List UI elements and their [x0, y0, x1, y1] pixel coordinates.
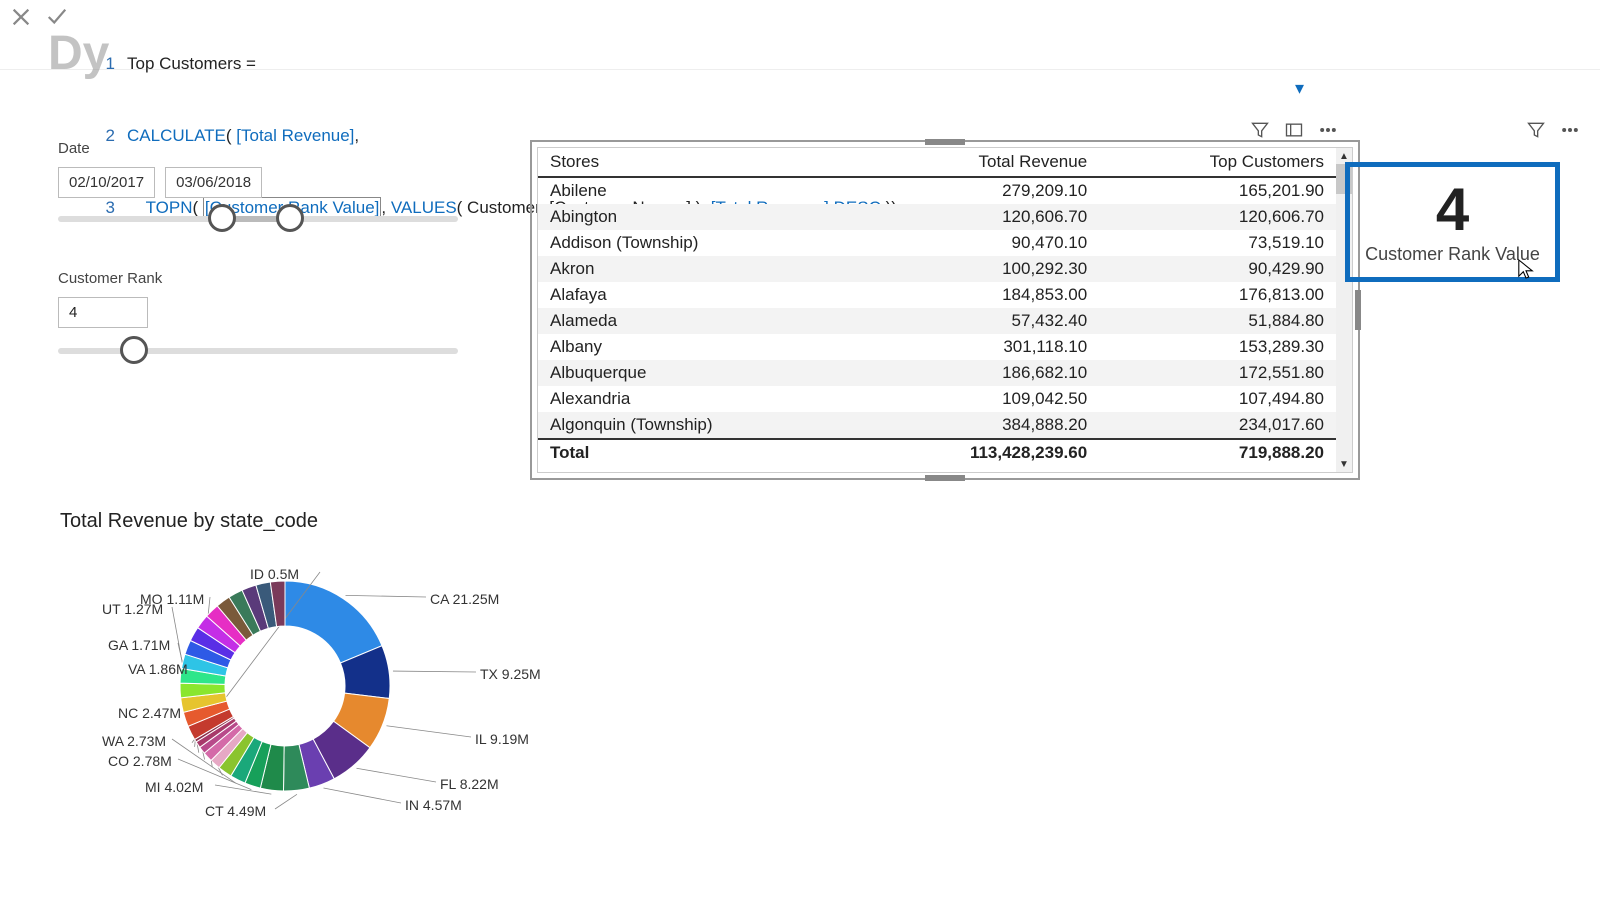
- donut-label-nc: NC 2.47M: [118, 705, 181, 721]
- col-stores[interactable]: Stores: [538, 148, 857, 177]
- scroll-down-icon[interactable]: ▼: [1336, 456, 1352, 472]
- col-top-customers[interactable]: Top Customers: [1099, 148, 1336, 177]
- donut-label-fl: FL 8.22M: [440, 776, 499, 792]
- card-value: 4: [1436, 180, 1469, 240]
- date-slicer-title: Date: [58, 140, 458, 157]
- col-total-revenue[interactable]: Total Revenue: [857, 148, 1099, 177]
- cancel-icon[interactable]: [10, 6, 32, 33]
- rank-slider-handle[interactable]: [120, 336, 148, 364]
- donut-label-va: VA 1.86M: [128, 661, 188, 677]
- table-total-row: Total113,428,239.60719,888.20: [538, 439, 1336, 466]
- formula-editor[interactable]: 1Top Customers = 2CALCULATE( [Total Reve…: [95, 0, 1600, 69]
- donut-label-il: IL 9.19M: [475, 731, 529, 747]
- donut-label-ca: CA 21.25M: [430, 591, 499, 607]
- rank-slider-track[interactable]: [58, 348, 458, 354]
- rank-value-input[interactable]: 4: [58, 297, 148, 328]
- date-slider-track[interactable]: [58, 216, 458, 222]
- donut-label-in: IN 4.57M: [405, 797, 462, 813]
- revenue-by-state-donut[interactable]: Total Revenue by state_code CA 21.25MTX …: [60, 510, 520, 841]
- stores-table: Stores Total Revenue Top Customers Abile…: [538, 148, 1336, 466]
- date-slider-handle-end[interactable]: [276, 204, 304, 232]
- resize-grip-bottom[interactable]: [925, 475, 965, 481]
- date-to-input[interactable]: 03/06/2018: [165, 167, 262, 198]
- date-slider-handle-start[interactable]: [208, 204, 236, 232]
- date-from-input[interactable]: 02/10/2017: [58, 167, 155, 198]
- resize-grip-top[interactable]: [925, 139, 965, 145]
- report-canvas: ▾ Date 02/10/2017 03/06/2018 Customer Ra…: [0, 90, 1600, 900]
- filter-icon[interactable]: [1526, 120, 1546, 145]
- table-row[interactable]: Abilene279,209.10165,201.90: [538, 177, 1336, 204]
- donut-label-mi: MI 4.02M: [145, 779, 203, 795]
- donut-label-id: ID 0.5M: [250, 566, 299, 582]
- donut-label-ga: GA 1.71M: [108, 637, 170, 653]
- donut-svg: [60, 541, 510, 841]
- donut-label-wa: WA 2.73M: [102, 733, 166, 749]
- stores-table-visual[interactable]: Stores Total Revenue Top Customers Abile…: [530, 140, 1360, 480]
- donut-slice[interactable]: [285, 581, 382, 663]
- formula-bar: 1Top Customers = 2CALCULATE( [Total Reve…: [0, 0, 1600, 70]
- card-label: Customer Rank Value: [1365, 244, 1540, 265]
- resize-grip-right[interactable]: [1355, 290, 1361, 330]
- donut-title: Total Revenue by state_code: [60, 510, 520, 533]
- customer-rank-slicer[interactable]: Customer Rank 4: [58, 270, 458, 354]
- more-options-icon[interactable]: [1560, 120, 1580, 145]
- card-visual-header: [1526, 120, 1580, 145]
- table-row[interactable]: Alafaya184,853.00176,813.00: [538, 282, 1336, 308]
- table-row[interactable]: Akron100,292.3090,429.90: [538, 256, 1336, 282]
- table-row[interactable]: Alexandria109,042.50107,494.80: [538, 386, 1336, 412]
- customer-rank-value-card[interactable]: 4 Customer Rank Value: [1345, 162, 1560, 282]
- date-slicer[interactable]: Date 02/10/2017 03/06/2018: [58, 140, 458, 222]
- table-row[interactable]: Albuquerque186,682.10172,551.80: [538, 360, 1336, 386]
- table-row[interactable]: Alameda57,432.4051,884.80: [538, 308, 1336, 334]
- table-row[interactable]: Addison (Township)90,470.1073,519.10: [538, 230, 1336, 256]
- table-row[interactable]: Albany301,118.10153,289.30: [538, 334, 1336, 360]
- commit-icon[interactable]: [46, 6, 68, 33]
- donut-label-co: CO 2.78M: [108, 753, 172, 769]
- rank-slicer-title: Customer Rank: [58, 270, 458, 287]
- table-row[interactable]: Abington120,606.70120,606.70: [538, 204, 1336, 230]
- dropdown-caret-icon: ▾: [1295, 78, 1304, 99]
- donut-label-tx: TX 9.25M: [480, 666, 541, 682]
- table-row[interactable]: Algonquin (Township)384,888.20234,017.60: [538, 412, 1336, 439]
- donut-label-mo: MO 1.11M: [140, 591, 204, 607]
- donut-label-ct: CT 4.49M: [205, 803, 266, 819]
